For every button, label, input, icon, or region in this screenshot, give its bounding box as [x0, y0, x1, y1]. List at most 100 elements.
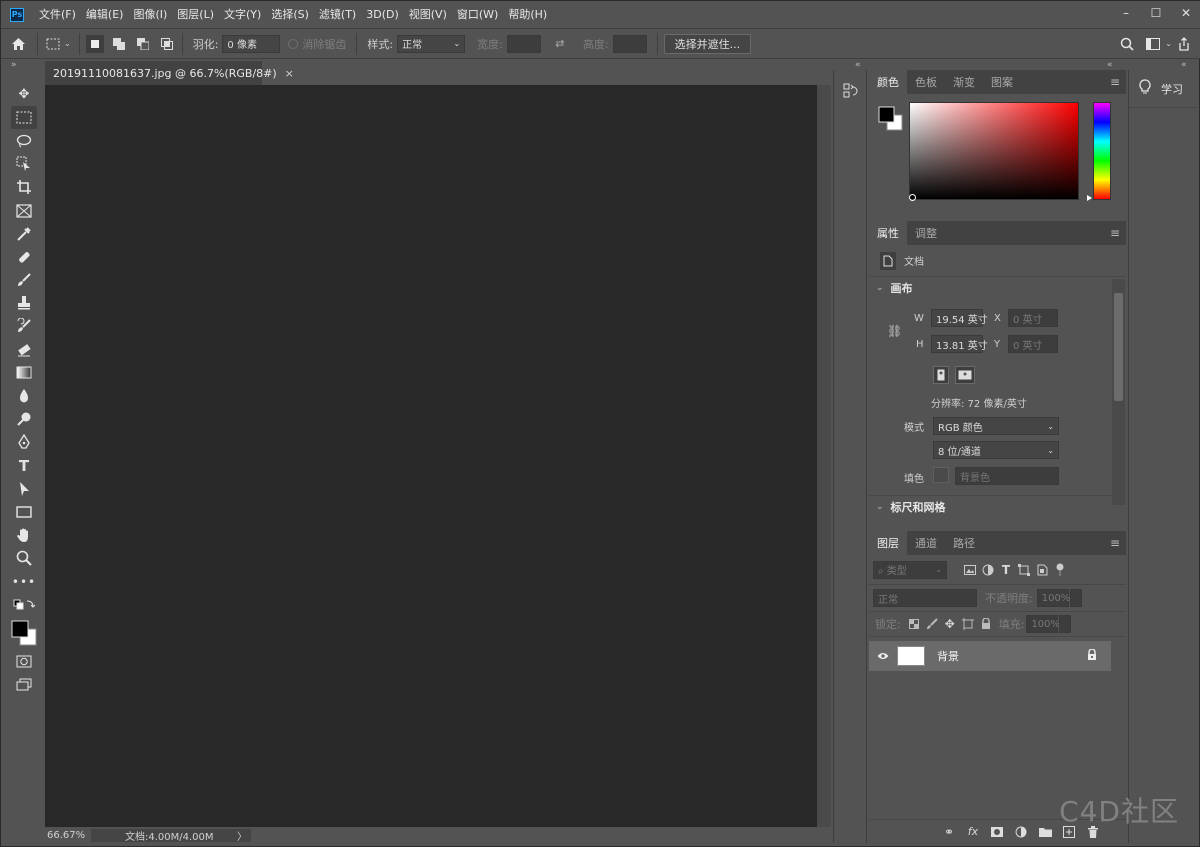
canvas-section-header[interactable]: ⌄ 画布 — [869, 277, 1126, 299]
tab-channels[interactable]: 通道 — [907, 531, 945, 555]
eyedropper-tool-icon[interactable] — [8, 222, 40, 245]
fill-opacity-dropdown[interactable] — [1059, 615, 1072, 633]
screen-mode-icon[interactable] — [8, 674, 40, 697]
color-panel-swatch[interactable] — [878, 106, 904, 132]
width-input[interactable] — [506, 34, 541, 53]
fill-select[interactable]: 背景色 — [955, 467, 1059, 485]
new-group-icon[interactable] — [1036, 823, 1054, 841]
tab-properties[interactable]: 属性 — [869, 221, 907, 245]
frame-tool-icon[interactable] — [8, 199, 40, 222]
type-tool-icon[interactable]: T — [8, 454, 40, 477]
stamp-tool-icon[interactable] — [8, 292, 40, 315]
collapse-dock-icon[interactable]: « — [855, 60, 861, 70]
y-field[interactable]: 0 英寸 — [1008, 335, 1058, 353]
history-panel-icon[interactable] — [840, 80, 862, 102]
rect-marquee-tool-icon[interactable] — [11, 106, 37, 130]
workspace-icon[interactable] — [1144, 35, 1162, 53]
layer-name[interactable]: 背景 — [937, 648, 959, 664]
layer-row-background[interactable]: 背景 — [869, 641, 1111, 671]
lock-pixels-icon[interactable] — [923, 615, 941, 633]
filter-pixel-icon[interactable] — [961, 561, 979, 579]
lock-artboard-icon[interactable] — [959, 615, 977, 633]
path-select-tool-icon[interactable] — [8, 477, 40, 500]
menu-item-8[interactable]: 视图(V) — [404, 1, 452, 29]
panel-menu-icon[interactable]: ≡ — [1110, 75, 1120, 89]
depth-select[interactable]: 8 位/通道 ⌄ — [933, 441, 1059, 459]
tab-adjustments[interactable]: 调整 — [907, 221, 945, 245]
add-mask-icon[interactable] — [988, 823, 1006, 841]
opacity-field[interactable]: 100% — [1036, 589, 1070, 607]
tab-gradients[interactable]: 渐变 — [945, 70, 983, 94]
swap-icon[interactable]: ⇄ — [551, 35, 569, 53]
learn-button[interactable]: 学习 — [1129, 70, 1198, 108]
doc-info-box[interactable]: 文档:4.00M/4.00M 〉 — [91, 828, 251, 843]
pen-tool-icon[interactable] — [8, 431, 40, 454]
close-tab-icon[interactable]: × — [285, 67, 294, 80]
new-selection-icon[interactable] — [85, 34, 104, 53]
collapse-panels-icon[interactable]: « — [1107, 60, 1113, 70]
lasso-tool-icon[interactable] — [8, 129, 40, 152]
panel-menu-icon[interactable]: ≡ — [1110, 536, 1120, 550]
portrait-orientation-icon[interactable] — [933, 366, 949, 384]
blur-tool-icon[interactable] — [8, 384, 40, 407]
more-tools-icon[interactable]: ••• — [8, 570, 40, 593]
canvas-scroll-area[interactable] — [817, 85, 831, 827]
mode-select[interactable]: RGB 颜色 ⌄ — [933, 417, 1059, 435]
height-field[interactable]: 13.81 英寸 — [931, 335, 988, 353]
tab-layers[interactable]: 图层 — [869, 531, 907, 555]
tab-patterns[interactable]: 图案 — [983, 70, 1021, 94]
link-icon[interactable]: ⛓ — [887, 324, 902, 338]
x-field[interactable]: 0 英寸 — [1008, 309, 1058, 327]
eraser-tool-icon[interactable] — [8, 338, 40, 361]
chevron-down-icon[interactable]: ⌄ — [1165, 39, 1172, 48]
color-picker-cursor[interactable] — [909, 194, 916, 201]
fg-bg-color-swatch[interactable] — [8, 616, 40, 650]
search-icon[interactable] — [1118, 35, 1136, 53]
hand-tool-icon[interactable] — [8, 524, 40, 547]
collapse-toolbar-icon[interactable]: » — [11, 60, 17, 70]
tab-color[interactable]: 颜色 — [869, 70, 907, 94]
rectangle-tool-icon[interactable] — [8, 500, 40, 523]
close-window-button[interactable]: ✕ — [1171, 1, 1200, 25]
tab-paths[interactable]: 路径 — [945, 531, 983, 555]
healing-brush-tool-icon[interactable] — [8, 245, 40, 268]
fx-icon[interactable]: fx — [964, 823, 982, 841]
marquee-preset-icon[interactable] — [44, 35, 62, 53]
menu-item-4[interactable]: 文字(Y) — [219, 1, 266, 29]
menu-item-9[interactable]: 窗口(W) — [452, 1, 503, 29]
quick-mask-icon[interactable] — [8, 650, 40, 673]
intersect-selection-icon[interactable] — [158, 35, 176, 53]
height-input[interactable] — [612, 34, 647, 53]
menu-item-0[interactable]: 文件(F) — [34, 1, 81, 29]
crop-tool-icon[interactable] — [8, 176, 40, 199]
layer-lock-icon[interactable] — [1087, 647, 1097, 664]
move-tool-icon[interactable]: ✥ — [8, 83, 40, 106]
dodge-tool-icon[interactable] — [8, 408, 40, 431]
menu-item-5[interactable]: 选择(S) — [266, 1, 314, 29]
chevron-down-icon[interactable]: ⌄ — [64, 39, 71, 48]
object-select-tool-icon[interactable] — [8, 153, 40, 176]
opacity-dropdown[interactable] — [1069, 589, 1082, 607]
menu-item-2[interactable]: 图像(I) — [128, 1, 172, 29]
filter-type-icon[interactable]: T — [997, 561, 1015, 579]
select-and-mask-button[interactable]: 选择并遮住... — [663, 33, 752, 54]
lock-transparent-icon[interactable] — [905, 615, 923, 633]
blend-mode-select[interactable]: 正常 — [873, 589, 977, 607]
minimize-button[interactable]: – — [1111, 1, 1141, 25]
filter-shape-icon[interactable] — [1015, 561, 1033, 579]
style-select[interactable]: 正常 ⌄ — [397, 34, 466, 53]
brush-tool-icon[interactable] — [8, 269, 40, 292]
layer-filter-select[interactable]: ⌕ 类型 ⌄ — [873, 560, 947, 579]
info-arrow-icon[interactable]: 〉 — [237, 828, 247, 843]
feather-input[interactable]: 0 像素 — [222, 34, 281, 53]
gradient-tool-icon[interactable] — [8, 361, 40, 384]
lock-position-icon[interactable]: ✥ — [941, 615, 959, 633]
properties-scrollbar[interactable] — [1112, 279, 1125, 505]
hue-slider-handle[interactable] — [1087, 195, 1092, 201]
share-icon[interactable] — [1175, 35, 1193, 53]
menu-item-3[interactable]: 图层(L) — [172, 1, 219, 29]
document-tab[interactable]: 20191110081637.jpg @ 66.7%(RGB/8#) × — [45, 61, 294, 85]
home-icon[interactable] — [9, 35, 27, 53]
swap-colors-icon[interactable] — [8, 593, 40, 616]
menu-item-7[interactable]: 3D(D) — [361, 1, 404, 29]
